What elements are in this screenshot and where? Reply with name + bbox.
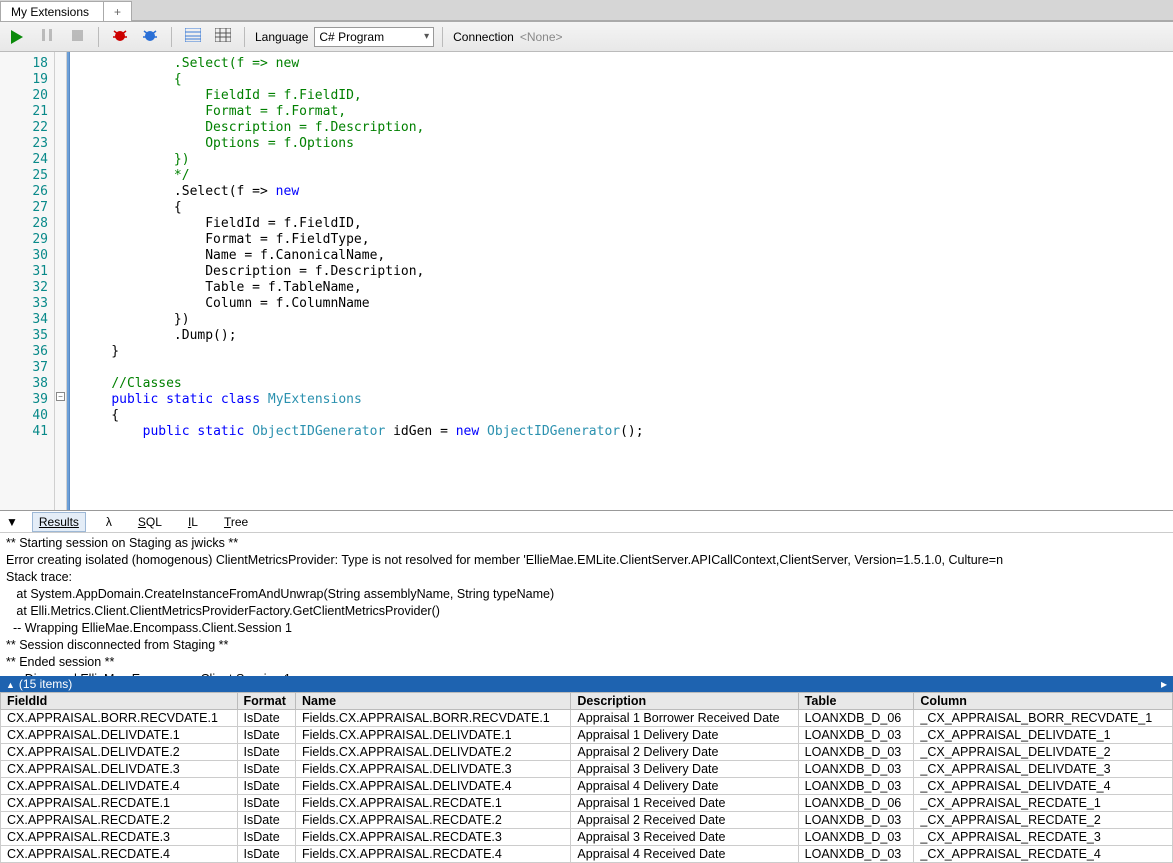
run-button[interactable]	[4, 25, 30, 49]
bug-blue-icon	[142, 27, 158, 46]
column-header[interactable]: Table	[798, 693, 914, 710]
line-number-gutter: 1819202122232425262728293031323334353637…	[0, 52, 55, 510]
table-row[interactable]: CX.APPRAISAL.DELIVDATE.3IsDateFields.CX.…	[1, 761, 1173, 778]
sql-tab[interactable]: SQL	[132, 513, 168, 531]
table-row[interactable]: CX.APPRAISAL.RECDATE.3IsDateFields.CX.AP…	[1, 829, 1173, 846]
stop-icon	[72, 30, 83, 44]
fold-column: −	[55, 52, 67, 510]
app-root: My Extensions + Language C# Program ▾ Co…	[0, 0, 1173, 863]
column-header[interactable]: Name	[296, 693, 571, 710]
debug-blue-button[interactable]	[137, 25, 163, 49]
connection-label: Connection	[451, 30, 516, 44]
collapse-icon[interactable]: ▼	[6, 515, 18, 529]
code-editor[interactable]: 1819202122232425262728293031323334353637…	[0, 52, 1173, 511]
tab-label: My Extensions	[11, 5, 89, 19]
language-value: C# Program	[319, 30, 384, 44]
pause-icon	[42, 29, 52, 44]
play-icon	[11, 30, 23, 44]
pause-button[interactable]	[34, 25, 60, 49]
column-header[interactable]: Format	[237, 693, 295, 710]
chevron-down-icon: ▾	[424, 31, 429, 42]
tab-my-extensions[interactable]: My Extensions	[0, 1, 104, 21]
debug-red-button[interactable]	[107, 25, 133, 49]
toolbar-separator	[442, 27, 443, 47]
grid-title-bar[interactable]: ▲ (15 items) ▸	[0, 676, 1173, 692]
toolbar-separator	[244, 27, 245, 47]
table-row[interactable]: CX.APPRAISAL.DELIVDATE.1IsDateFields.CX.…	[1, 727, 1173, 744]
expand-right-icon[interactable]: ▸	[1161, 677, 1167, 691]
tab-add[interactable]: +	[104, 1, 132, 21]
table-icon	[215, 28, 231, 45]
results-panel: ** Starting session on Staging as jwicks…	[0, 533, 1173, 863]
log-output: ** Starting session on Staging as jwicks…	[0, 533, 1173, 676]
table-row[interactable]: CX.APPRAISAL.DELIVDATE.2IsDateFields.CX.…	[1, 744, 1173, 761]
toolbar-separator	[171, 27, 172, 47]
code-surface[interactable]: .Select(f => new { FieldId = f.FieldID, …	[70, 52, 1173, 510]
connection-value[interactable]: <None>	[520, 30, 563, 44]
il-tab[interactable]: IL	[182, 513, 204, 531]
language-dropdown[interactable]: C# Program ▾	[314, 27, 434, 47]
plus-icon: +	[114, 5, 121, 19]
language-label: Language	[253, 30, 310, 44]
tab-bar: My Extensions +	[0, 0, 1173, 22]
table-row[interactable]: CX.APPRAISAL.RECDATE.4IsDateFields.CX.AP…	[1, 846, 1173, 863]
table-row[interactable]: CX.APPRAISAL.BORR.RECVDATE.1IsDateFields…	[1, 710, 1173, 727]
collapse-triangle-icon: ▲	[6, 680, 15, 690]
toolbar-separator	[98, 27, 99, 47]
bug-red-icon	[112, 27, 128, 46]
tree-tab[interactable]: Tree	[218, 513, 254, 531]
grid-count: (15 items)	[19, 677, 72, 691]
main-toolbar: Language C# Program ▾ Connection <None>	[0, 22, 1173, 52]
results-table: FieldIdFormatNameDescriptionTableColumnC…	[0, 692, 1173, 863]
results-tab-bar: ▼ Results λ SQL IL Tree	[0, 511, 1173, 533]
column-header[interactable]: Column	[914, 693, 1173, 710]
results-grid-button[interactable]	[180, 25, 206, 49]
results-table-button[interactable]	[210, 25, 236, 49]
results-tab[interactable]: Results	[32, 512, 86, 532]
lambda-tab[interactable]: λ	[100, 513, 118, 531]
table-row[interactable]: CX.APPRAISAL.RECDATE.1IsDateFields.CX.AP…	[1, 795, 1173, 812]
table-row[interactable]: CX.APPRAISAL.DELIVDATE.4IsDateFields.CX.…	[1, 778, 1173, 795]
table-row[interactable]: CX.APPRAISAL.RECDATE.2IsDateFields.CX.AP…	[1, 812, 1173, 829]
column-header[interactable]: FieldId	[1, 693, 238, 710]
column-header[interactable]: Description	[571, 693, 798, 710]
stop-button[interactable]	[64, 25, 90, 49]
results-grid-icon	[185, 28, 201, 45]
